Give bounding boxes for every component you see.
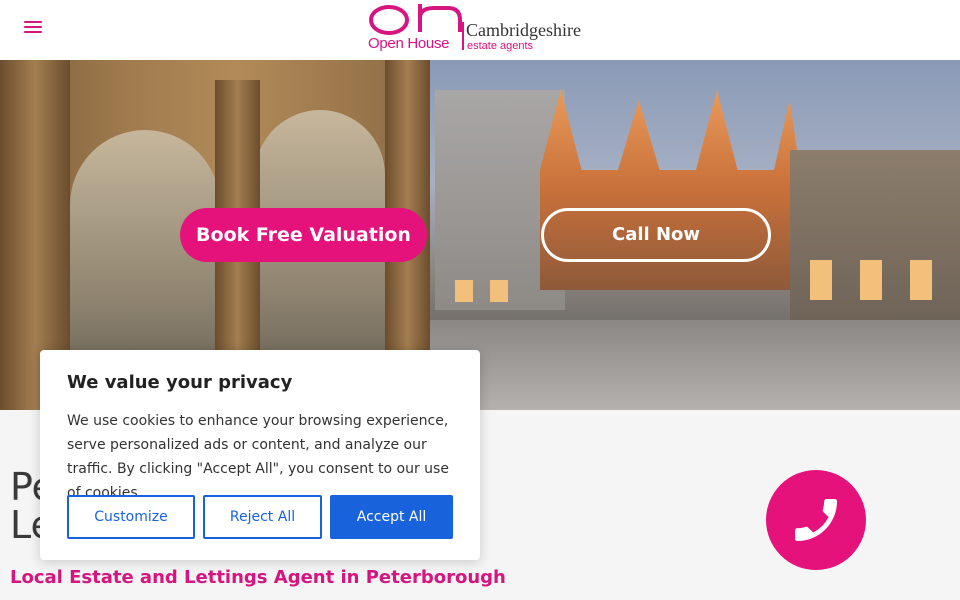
page-subtitle: Local Estate and Lettings Agent in Peter…	[10, 567, 506, 588]
logo-tagline: estate agents	[467, 40, 534, 52]
phone-call-button[interactable]	[766, 470, 866, 570]
hero-plaza	[430, 320, 960, 410]
hero-building-right	[790, 150, 960, 320]
call-now-button[interactable]: Call Now	[541, 208, 771, 262]
logo-region-text: Cambridgeshire	[466, 20, 581, 40]
logo-divider	[462, 22, 464, 50]
phone-icon	[795, 499, 837, 541]
reject-all-button[interactable]: Reject All	[203, 495, 322, 539]
book-free-valuation-button[interactable]: Book Free Valuation	[180, 208, 427, 262]
cookie-description: We use cookies to enhance your browsing …	[67, 413, 449, 501]
logo-mark-icon	[369, 4, 462, 35]
site-logo[interactable]: Open House Cambridgeshire estate agents	[368, 2, 584, 56]
customize-button[interactable]: Customize	[67, 495, 195, 539]
logo-brand-text: Open House	[368, 35, 450, 52]
cookie-consent-banner: We value your privacy We use cookies to …	[40, 350, 480, 560]
hamburger-menu-icon[interactable]	[24, 21, 42, 35]
cookie-buttons: Customize Reject All Accept All	[67, 495, 454, 539]
accept-all-button[interactable]: Accept All	[330, 495, 453, 539]
cookie-title: We value your privacy	[67, 372, 293, 393]
site-header: Open House Cambridgeshire estate agents	[0, 0, 960, 60]
